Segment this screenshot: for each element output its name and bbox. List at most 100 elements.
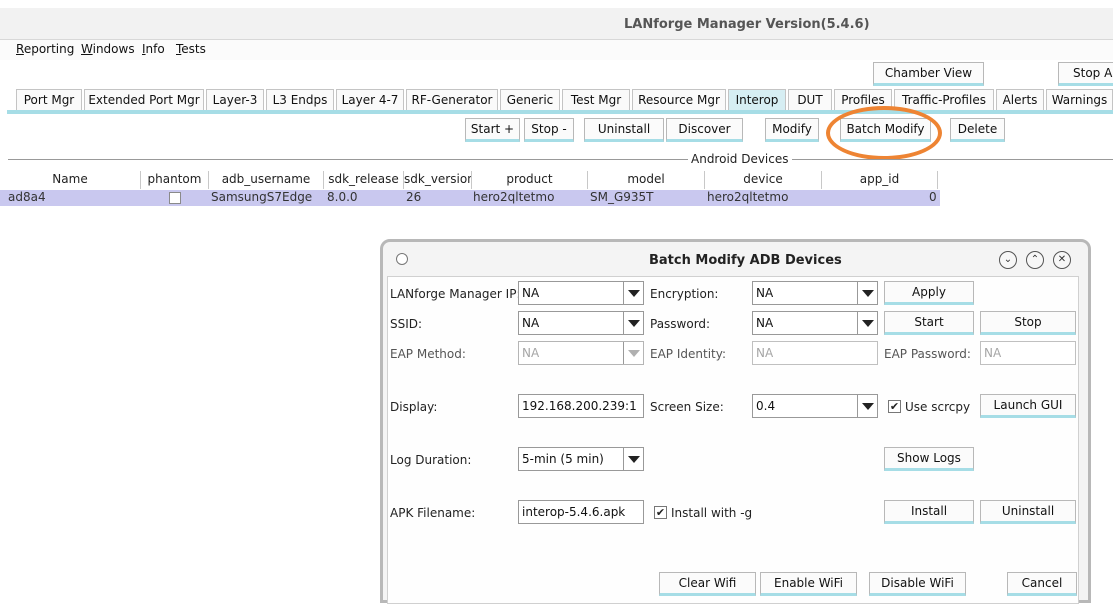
- apply-button[interactable]: Apply: [884, 281, 974, 305]
- display-field[interactable]: 192.168.200.239:1: [518, 394, 644, 418]
- menu-bar: Reporting Windows Info Tests: [0, 40, 1113, 60]
- delete-button[interactable]: Delete: [950, 118, 1005, 142]
- uninstall-dialog-label: Uninstall: [1001, 504, 1055, 518]
- eap-method-select[interactable]: NA: [518, 341, 644, 365]
- screen-size-select[interactable]: 0.4: [752, 394, 878, 418]
- stop-all-button[interactable]: Stop All: [1058, 62, 1113, 86]
- stop-dialog-button[interactable]: Stop: [980, 311, 1076, 335]
- highlight-circle: [826, 106, 942, 160]
- tab-alerts[interactable]: Alerts: [996, 89, 1044, 111]
- column-header-product[interactable]: product: [472, 171, 588, 189]
- install-label: Install: [910, 504, 948, 518]
- phantom-checkbox[interactable]: [169, 192, 181, 204]
- uninstall-dialog-button[interactable]: Uninstall: [980, 500, 1076, 524]
- install-with-g-checkbox[interactable]: ✔: [654, 506, 667, 519]
- ssid-select[interactable]: NA: [518, 311, 644, 335]
- encryption-select[interactable]: NA: [752, 281, 878, 305]
- column-header-model[interactable]: model: [588, 171, 705, 189]
- tab-test-mgr[interactable]: Test Mgr: [562, 89, 630, 111]
- tab-extended-port-mgr[interactable]: Extended Port Mgr: [84, 89, 204, 111]
- launch-gui-button[interactable]: Launch GUI: [980, 394, 1076, 418]
- screen-size-value: 0.4: [756, 399, 776, 413]
- password-select[interactable]: NA: [752, 311, 878, 335]
- cancel-button[interactable]: Cancel: [1007, 572, 1077, 596]
- install-button[interactable]: Install: [884, 500, 974, 524]
- chevron-down-icon: [623, 282, 643, 304]
- eap-password-label: EAP Password:: [884, 347, 971, 361]
- password-value: NA: [756, 316, 774, 330]
- main-titlebar: LANforge Manager Version(5.4.6): [0, 8, 1113, 40]
- cell-app-id: 0: [929, 190, 937, 204]
- cell-adb-username: SamsungS7Edge: [211, 190, 313, 204]
- start-button[interactable]: Start +: [465, 118, 520, 142]
- section-divider: [8, 159, 1113, 160]
- enable-wifi-button[interactable]: Enable WiFi: [760, 572, 857, 596]
- chevron-down-icon: [857, 282, 877, 304]
- tab-underline: [7, 110, 1113, 114]
- tab-l3-endps[interactable]: L3 Endps: [266, 89, 334, 111]
- column-header-name[interactable]: Name: [0, 171, 141, 189]
- column-header-adb-username[interactable]: adb_username: [209, 171, 324, 189]
- column-header-app-id[interactable]: app_id: [822, 171, 938, 189]
- menu-tests[interactable]: Tests: [176, 42, 206, 56]
- tab-layer-3[interactable]: Layer-3: [206, 89, 264, 111]
- stop-button[interactable]: Stop -: [524, 118, 574, 142]
- start-dialog-button[interactable]: Start: [884, 311, 974, 335]
- window-menu-icon[interactable]: [396, 253, 408, 265]
- tab-rf-generator[interactable]: RF-Generator: [406, 89, 498, 111]
- manager-ip-label: LANforge Manager IP:: [390, 287, 521, 301]
- cell-sdk-version: 26: [406, 190, 422, 204]
- tab-dut[interactable]: DUT: [788, 89, 832, 111]
- eap-identity-field[interactable]: NA: [752, 341, 878, 365]
- column-header-device[interactable]: device: [705, 171, 822, 189]
- minimize-icon[interactable]: ⌄: [999, 251, 1017, 269]
- maximize-icon[interactable]: ⌃: [1026, 251, 1044, 269]
- chevron-down-icon: [623, 448, 643, 470]
- cell-device: hero2qltetmo: [707, 190, 789, 204]
- apk-filename-field[interactable]: interop-5.4.6.apk: [518, 500, 644, 524]
- log-duration-select[interactable]: 5-min (5 min): [518, 447, 644, 471]
- tab-warnings[interactable]: Warnings: [1046, 89, 1113, 111]
- disable-wifi-button[interactable]: Disable WiFi: [869, 572, 966, 596]
- table-row[interactable]: [0, 190, 940, 206]
- chevron-down-icon: [623, 342, 643, 364]
- manager-ip-value: NA: [522, 286, 540, 300]
- column-header-sdk-release[interactable]: sdk_release: [324, 171, 404, 189]
- encryption-label: Encryption:: [650, 287, 719, 301]
- cell-sdk-release: 8.0.0: [327, 190, 358, 204]
- tab-interop[interactable]: Interop: [728, 89, 786, 111]
- eap-method-value: NA: [522, 346, 540, 360]
- eap-method-label: EAP Method:: [390, 347, 466, 361]
- start-dialog-label: Start: [914, 315, 944, 329]
- chamber-view-button[interactable]: Chamber View: [873, 62, 984, 86]
- use-scrcpy-checkbox[interactable]: ✔: [888, 400, 901, 413]
- chevron-down-icon: [623, 312, 643, 334]
- display-label: Display:: [390, 400, 438, 414]
- dialog-body: LANforge Manager IP: NA Encryption: NA A…: [387, 276, 1079, 604]
- tab-port-mgr[interactable]: Port Mgr: [16, 89, 82, 111]
- section-title: Android Devices: [688, 152, 792, 166]
- window-title: LANforge Manager Version(5.4.6): [624, 17, 870, 32]
- menu-info[interactable]: Info: [142, 42, 165, 56]
- show-logs-button[interactable]: Show Logs: [884, 447, 974, 471]
- screen-size-label: Screen Size:: [650, 400, 724, 414]
- menu-windows[interactable]: Windows: [81, 42, 135, 56]
- manager-ip-select[interactable]: NA: [518, 281, 644, 305]
- discover-button[interactable]: Discover: [666, 118, 743, 142]
- column-header-sdk-version[interactable]: sdk_version: [404, 171, 472, 189]
- eap-password-field[interactable]: NA: [980, 341, 1076, 365]
- clear-wifi-button[interactable]: Clear Wifi: [659, 572, 756, 596]
- tab-resource-mgr[interactable]: Resource Mgr: [632, 89, 726, 111]
- modify-button[interactable]: Modify: [765, 118, 819, 142]
- uninstall-button[interactable]: Uninstall: [584, 118, 664, 142]
- menu-reporting[interactable]: Reporting: [16, 42, 74, 56]
- tab-layer-4-7[interactable]: Layer 4-7: [336, 89, 404, 111]
- close-icon[interactable]: ✕: [1053, 251, 1071, 269]
- cancel-label: Cancel: [1021, 576, 1063, 590]
- log-duration-label: Log Duration:: [390, 453, 472, 467]
- chevron-down-icon: [857, 312, 877, 334]
- ssid-value: NA: [522, 316, 540, 330]
- tab-generic[interactable]: Generic: [500, 89, 560, 111]
- column-header-phantom[interactable]: phantom: [141, 171, 209, 189]
- log-duration-value: 5-min (5 min): [522, 452, 604, 466]
